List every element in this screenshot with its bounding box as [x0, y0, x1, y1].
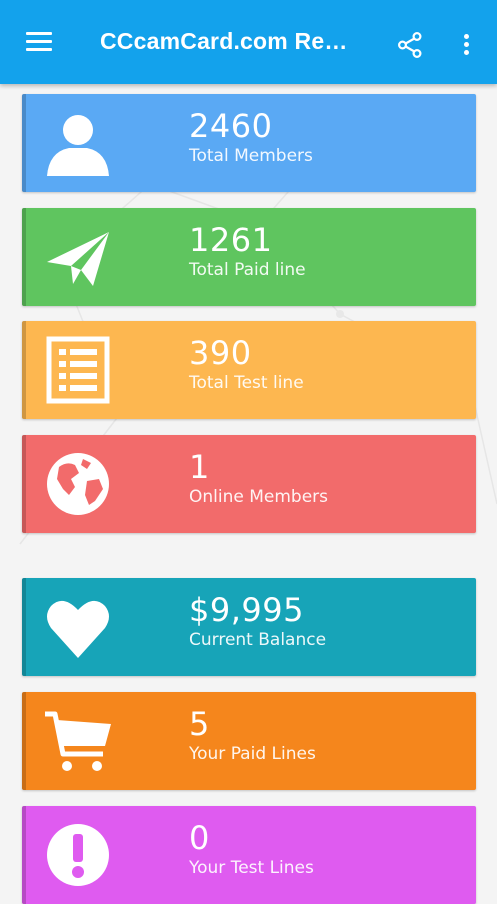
account-value: 5	[189, 705, 210, 743]
cart-icon	[45, 711, 111, 771]
account-card-your-paid-lines[interactable]: 5 Your Paid Lines	[22, 692, 476, 790]
app-bar: CCcamCard.com Reseller Panel	[0, 0, 497, 84]
person-icon	[47, 115, 109, 176]
stat-label: Total Members	[189, 146, 313, 166]
stat-value: 390	[189, 334, 252, 372]
more-vert-icon[interactable]	[457, 32, 477, 56]
alert-icon	[47, 824, 109, 886]
account-value: 0	[189, 819, 210, 857]
stat-card-total-members[interactable]: 2460 Total Members	[22, 94, 476, 192]
account-card-current-balance[interactable]: $9,995 Current Balance	[22, 578, 476, 676]
list-icon	[46, 336, 110, 404]
stat-card-online-members[interactable]: 1 Online Members	[22, 435, 476, 533]
heart-icon	[47, 600, 109, 658]
stat-value: 2460	[189, 107, 273, 145]
account-value: $9,995	[189, 591, 304, 629]
stat-value: 1261	[189, 221, 273, 259]
account-label: Your Test Lines	[189, 858, 314, 878]
app-title: CCcamCard.com Reseller Panel	[100, 28, 355, 54]
account-label: Your Paid Lines	[189, 744, 316, 764]
stat-label: Total Test line	[189, 373, 304, 393]
paper-plane-icon	[47, 232, 109, 286]
stat-value: 1	[189, 448, 210, 486]
stat-label: Total Paid line	[189, 260, 306, 280]
stat-card-total-paid-line[interactable]: 1261 Total Paid line	[22, 208, 476, 306]
share-icon[interactable]	[395, 30, 425, 60]
account-card-your-test-lines[interactable]: 0 Your Test Lines	[22, 806, 476, 904]
menu-icon[interactable]	[26, 32, 54, 52]
account-label: Current Balance	[189, 630, 327, 650]
stat-label: Online Members	[189, 487, 329, 507]
globe-icon	[47, 453, 109, 515]
stat-card-total-test-line[interactable]: 390 Total Test line	[22, 321, 476, 419]
